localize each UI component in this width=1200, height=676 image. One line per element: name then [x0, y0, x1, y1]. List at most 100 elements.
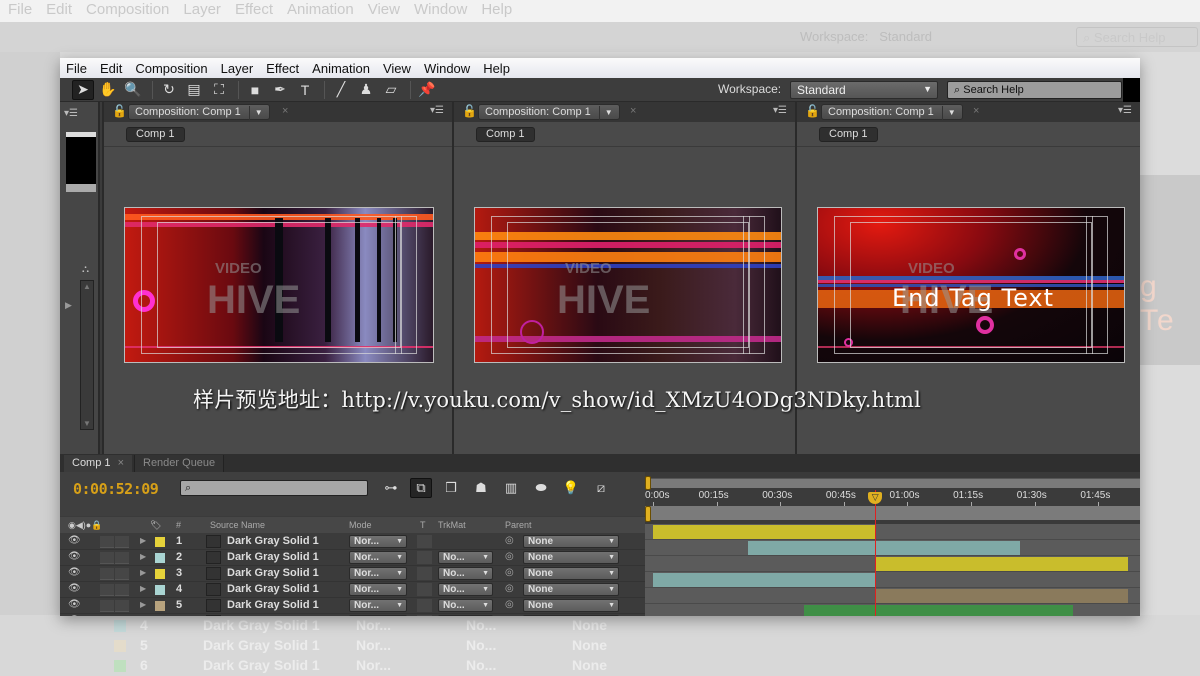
preserve-transparency-toggle[interactable] — [417, 551, 432, 564]
lock-icon[interactable]: 🔓 — [462, 104, 477, 118]
label-color-swatch[interactable] — [155, 585, 165, 595]
trkmat-select[interactable]: No... ▼ — [438, 567, 493, 580]
panel-menu-icon[interactable]: ▾☰ — [1118, 105, 1132, 116]
composition-tab[interactable]: Composition: Comp 1 ▼ — [821, 104, 963, 120]
frame-blending-icon[interactable]: ▥ — [500, 478, 522, 498]
layer-row[interactable]: 👁 ▶ 6 Dark Gray Solid 1 Nor...▼ No...▼ ◎… — [60, 614, 645, 616]
camera-tool-icon[interactable]: ▤ — [183, 80, 205, 100]
lock-toggle[interactable] — [115, 568, 129, 580]
layer-name[interactable]: Dark Gray Solid 1 — [227, 535, 319, 547]
solo-toggle[interactable] — [100, 552, 114, 564]
layer-name[interactable]: Dark Gray Solid 1 — [227, 599, 319, 611]
layer-name[interactable]: Dark Gray Solid 1 — [227, 615, 319, 616]
expand-arrow-icon[interactable]: ▶ — [140, 600, 146, 609]
menu-help[interactable]: Help — [483, 61, 510, 76]
live-update-icon[interactable]: ⧉ — [410, 478, 432, 498]
pick-whip-icon[interactable]: ◎ — [505, 615, 514, 616]
comp-breadcrumb[interactable]: Comp 1 — [126, 127, 185, 142]
hide-shy-layers-icon[interactable]: ☗ — [470, 478, 492, 498]
menu-file[interactable]: File — [66, 61, 87, 76]
layer-row[interactable]: 👁 ▶ 4 Dark Gray Solid 1 Nor... ▼ No... ▼ ◎… — [60, 582, 645, 598]
comp-mini-flowchart-icon[interactable]: ⊶ — [380, 478, 402, 498]
menu-animation[interactable]: Animation — [312, 61, 370, 76]
expand-arrow-icon[interactable]: ▶ — [65, 300, 72, 311]
menu-layer[interactable]: Layer — [221, 61, 254, 76]
preserve-transparency-toggle[interactable] — [417, 599, 432, 612]
expand-arrow-icon[interactable]: ▶ — [140, 584, 146, 593]
current-time-display[interactable]: 0:00:52:09 — [73, 480, 159, 498]
panel-menu-icon[interactable]: ▾☰ — [773, 105, 787, 116]
current-time-indicator[interactable] — [875, 490, 877, 616]
lock-toggle[interactable] — [115, 552, 129, 564]
trkmat-select[interactable]: No... ▼ — [438, 583, 493, 596]
scroll-down-icon[interactable]: ▼ — [83, 419, 91, 428]
selection-tool-icon[interactable]: ➤ — [72, 79, 94, 100]
layer-duration-bar[interactable] — [653, 573, 876, 587]
parent-select[interactable]: None▼ — [523, 535, 619, 548]
draft-3d-icon[interactable]: ❒ — [440, 478, 462, 498]
composition-viewer[interactable]: VIDEO HIVE — [124, 207, 434, 363]
layer-row[interactable]: 👁 ▶ 1 Dark Gray Solid 1 Nor... ▼ ◎ None ▼ — [60, 534, 645, 550]
lock-toggle[interactable] — [115, 536, 129, 548]
pick-whip-icon[interactable]: ◎ — [505, 599, 514, 610]
expand-arrow-icon[interactable]: ▶ — [140, 552, 146, 561]
pick-whip-icon[interactable]: ◎ — [505, 551, 514, 562]
flowchart-icon[interactable]: ⛬ — [82, 264, 89, 275]
menu-edit[interactable]: Edit — [100, 61, 122, 76]
parent-select[interactable]: None▼ — [523, 599, 619, 612]
trkmat-select[interactable]: No... ▼ — [438, 599, 493, 612]
chevron-down-icon[interactable]: ▼ — [941, 106, 956, 120]
search-help-input[interactable]: ⌕ Search Help — [947, 81, 1122, 99]
work-area-start-handle[interactable] — [645, 506, 651, 522]
layer-row[interactable]: 👁 ▶ 2 Dark Gray Solid 1 Nor... ▼ No... ▼ ◎… — [60, 550, 645, 566]
layer-name[interactable]: Dark Gray Solid 1 — [227, 551, 319, 563]
blend-mode-select[interactable]: Nor...▼ — [349, 615, 407, 616]
preserve-transparency-toggle[interactable] — [417, 567, 432, 580]
blend-mode-select[interactable]: Nor...▼ — [349, 583, 407, 596]
project-scrollbar[interactable]: ▲ ▼ — [80, 280, 94, 430]
rectangle-tool-icon[interactable]: ■ — [244, 80, 266, 100]
hand-tool-icon[interactable]: ✋ — [97, 80, 119, 100]
label-color-swatch[interactable] — [155, 569, 165, 579]
lock-icon[interactable]: 🔓 — [805, 104, 820, 118]
label-color-swatch[interactable] — [155, 537, 165, 547]
eye-icon[interactable]: 👁 — [68, 599, 81, 610]
menu-view[interactable]: View — [383, 61, 411, 76]
time-ruler[interactable]: 0:00s 00:15s 00:30s 00:45s 01:00s 01:15s 01:30… — [645, 490, 1140, 506]
solo-toggle[interactable] — [100, 600, 114, 612]
chevron-down-icon[interactable]: ▼ — [598, 106, 613, 120]
blend-mode-select[interactable]: Nor...▼ — [349, 567, 407, 580]
pick-whip-icon[interactable]: ◎ — [505, 535, 514, 546]
expand-arrow-icon[interactable]: ▶ — [140, 536, 146, 545]
layer-duration-bar[interactable] — [653, 525, 876, 539]
layer-row[interactable]: 👁 ▶ 3 Dark Gray Solid 1 Nor... ▼ No... ▼ ◎… — [60, 566, 645, 582]
layer-duration-bar[interactable] — [875, 589, 1128, 603]
time-navigator[interactable] — [645, 478, 1140, 488]
scroll-up-icon[interactable]: ▲ — [83, 282, 91, 291]
comp-breadcrumb[interactable]: Comp 1 — [819, 127, 878, 142]
blend-mode-select[interactable]: Nor...▼ — [349, 599, 407, 612]
close-icon[interactable]: × — [973, 105, 979, 117]
solo-toggle[interactable] — [100, 584, 114, 596]
close-icon[interactable]: × — [282, 105, 288, 117]
motion-blur-icon[interactable]: ⬬ — [530, 478, 552, 498]
timeline-search-input[interactable]: ⌕ — [180, 480, 368, 496]
brainstorm-icon[interactable]: 💡 — [560, 478, 582, 498]
parent-select[interactable]: None▼ — [523, 615, 619, 616]
preserve-transparency-toggle[interactable] — [417, 615, 432, 616]
tab-render-queue[interactable]: Render Queue — [134, 455, 225, 472]
blend-mode-select[interactable]: Nor...▼ — [349, 551, 407, 564]
layer-duration-bar[interactable] — [748, 541, 1020, 555]
label-color-swatch[interactable] — [155, 553, 165, 563]
eye-icon[interactable]: 👁 — [68, 583, 81, 594]
pen-tool-icon[interactable]: ✒ — [269, 80, 291, 100]
brush-tool-icon[interactable]: ╱ — [330, 80, 352, 100]
eye-icon[interactable]: 👁 — [68, 535, 81, 546]
layer-duration-bar[interactable] — [803, 605, 1073, 616]
parent-select[interactable]: None▼ — [523, 583, 619, 596]
lock-icon[interactable]: 🔓 — [112, 104, 127, 118]
panel-menu-icon[interactable]: ▾☰ — [430, 105, 444, 116]
close-icon[interactable]: × — [630, 105, 636, 117]
layer-name[interactable]: Dark Gray Solid 1 — [227, 567, 319, 579]
navigator-start-handle[interactable] — [645, 476, 651, 490]
